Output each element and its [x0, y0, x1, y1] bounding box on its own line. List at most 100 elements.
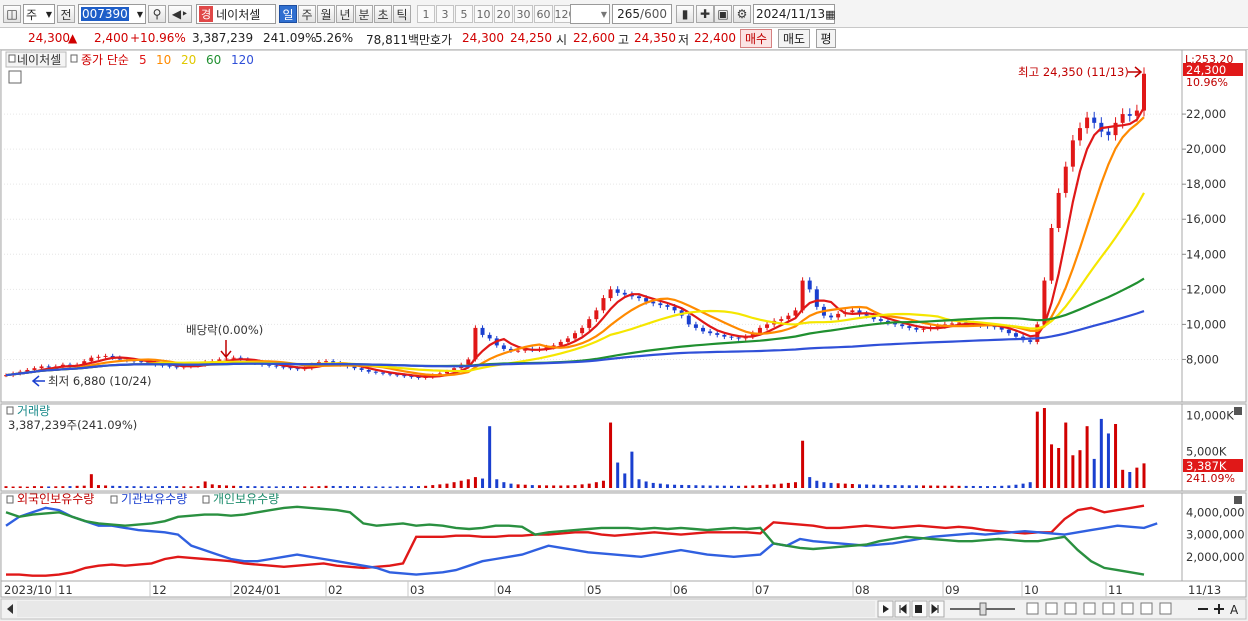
stock-name-field[interactable]: 경 네이처셀: [196, 4, 276, 24]
volume-bar: [914, 485, 918, 488]
period-tab-2[interactable]: 월: [317, 5, 335, 23]
candle-body: [658, 303, 663, 306]
volume-bar: [786, 482, 790, 488]
legend-box-icon: [202, 495, 210, 504]
period-tab-4[interactable]: 분: [355, 5, 373, 23]
x-tick-label: 03: [410, 583, 425, 597]
low-annotation: 최저 6,880 (10/24): [48, 374, 152, 388]
candle-body: [949, 323, 954, 325]
volume-bar: [630, 451, 634, 488]
interval-tab-20[interactable]: 20: [494, 5, 513, 23]
grid-icon[interactable]: [1102, 602, 1115, 615]
volume-bar: [502, 482, 506, 488]
search-icon[interactable]: [1159, 602, 1172, 615]
calendar-icon: [8, 70, 22, 84]
copy-icon[interactable]: [1026, 602, 1039, 615]
period-tab-5[interactable]: 초: [374, 5, 392, 23]
volume-bar: [509, 483, 513, 488]
volume-bar: [729, 485, 733, 488]
eval-button[interactable]: 평: [816, 29, 836, 48]
volume-bar: [1092, 458, 1096, 488]
interval-tab-3[interactable]: 3: [436, 5, 454, 23]
candle-body: [1120, 114, 1125, 123]
stock-code-input[interactable]: 007390 ▼: [78, 4, 146, 24]
market-type-select[interactable]: 주 ▼: [23, 4, 55, 24]
volume-bar: [1099, 418, 1103, 488]
candle-body: [366, 369, 371, 372]
volume-bar: [409, 486, 413, 488]
interval-tab-1[interactable]: 1: [417, 5, 435, 23]
legend-ma-20: 20: [181, 53, 196, 67]
candle-type-icon[interactable]: ▮: [676, 5, 694, 23]
period-tab-3[interactable]: 년: [336, 5, 354, 23]
volume-bar: [609, 422, 613, 488]
volume-bar: [104, 485, 108, 488]
volume-tick-label: 5,000K: [1186, 445, 1227, 459]
buy-button[interactable]: 매수: [740, 29, 772, 48]
window-icon[interactable]: [1140, 602, 1153, 615]
split-icon[interactable]: [1083, 602, 1096, 615]
volume-bar: [858, 484, 861, 488]
candle-body: [359, 368, 364, 370]
interval-tab-30[interactable]: 30: [514, 5, 533, 23]
volume-bar: [601, 480, 605, 488]
holdings-legend-0: 외국인보유수량: [17, 492, 94, 506]
volume-bar: [922, 485, 926, 488]
period-tab-1[interactable]: 주: [298, 5, 316, 23]
volume-bar: [367, 486, 371, 488]
sell-button[interactable]: 매도: [778, 29, 810, 48]
crosshair-icon[interactable]: [1064, 602, 1077, 615]
date-input[interactable]: 2024/11/13 ▦: [753, 4, 836, 24]
volume-bar: [1050, 444, 1054, 488]
volume-bar: [281, 486, 285, 488]
volume-bar: [40, 486, 44, 488]
interval-tab-60[interactable]: 60: [534, 5, 553, 23]
volume-bar: [260, 486, 264, 488]
scrollbar-track: [17, 601, 875, 617]
volume-bar: [388, 486, 392, 488]
data-count-input[interactable]: 265 /600: [612, 4, 672, 24]
volume-bar: [545, 485, 549, 488]
speaker-icon[interactable]: ◀‣: [168, 5, 192, 23]
volume-bar: [210, 484, 214, 488]
candle-body: [693, 324, 698, 328]
volume-bar: [673, 484, 677, 488]
interval-tab-5[interactable]: 5: [455, 5, 473, 23]
crosshair-icon[interactable]: ✚: [696, 5, 714, 23]
period-tab-0[interactable]: 일: [279, 5, 297, 23]
candle-body: [380, 372, 385, 374]
x-tick-label: 11/13: [1188, 583, 1221, 597]
candle-body: [1127, 114, 1132, 116]
x-tick-label: 2023/10: [4, 583, 52, 597]
layout-icon[interactable]: [1045, 602, 1058, 615]
window-menu-icon[interactable]: ◫: [3, 5, 21, 23]
candle-body: [1106, 131, 1111, 136]
search-icon[interactable]: ⚲: [148, 5, 166, 23]
chart-area[interactable]: 8,000 10,000 12,000 14,000 16,000 18,000 20,00…: [0, 50, 1248, 621]
save-icon[interactable]: ▣: [714, 5, 732, 23]
indicator-icon[interactable]: [1121, 602, 1134, 615]
prev-button[interactable]: 전: [57, 5, 75, 23]
chart-svg[interactable]: 8,000 10,000 12,000 14,000 16,000 18,000 20,00…: [0, 50, 1248, 621]
volume-bar: [829, 482, 833, 488]
volume-bar: [623, 473, 627, 488]
volume-bar: [687, 485, 691, 488]
candle-body: [736, 337, 741, 339]
interval-select[interactable]: ▼: [570, 4, 610, 24]
volume-bar: [189, 486, 193, 488]
volume-current-label: 3,387K: [1186, 459, 1227, 473]
close-icon: [1234, 407, 1242, 415]
calendar-icon[interactable]: ▦: [825, 8, 835, 21]
close-icon: [1234, 496, 1242, 504]
gear-icon[interactable]: ⚙: [733, 5, 751, 23]
interval-tab-10[interactable]: 10: [474, 5, 493, 23]
volume-bar: [964, 485, 968, 488]
period-tab-6[interactable]: 틱: [393, 5, 411, 23]
candle-body: [1134, 110, 1139, 116]
volume-bar: [395, 486, 399, 488]
volume-bar: [523, 484, 527, 488]
volume-bar: [82, 485, 86, 488]
volume-bar: [196, 486, 200, 488]
volume-bar: [466, 479, 470, 488]
volume-bar: [1128, 472, 1132, 488]
